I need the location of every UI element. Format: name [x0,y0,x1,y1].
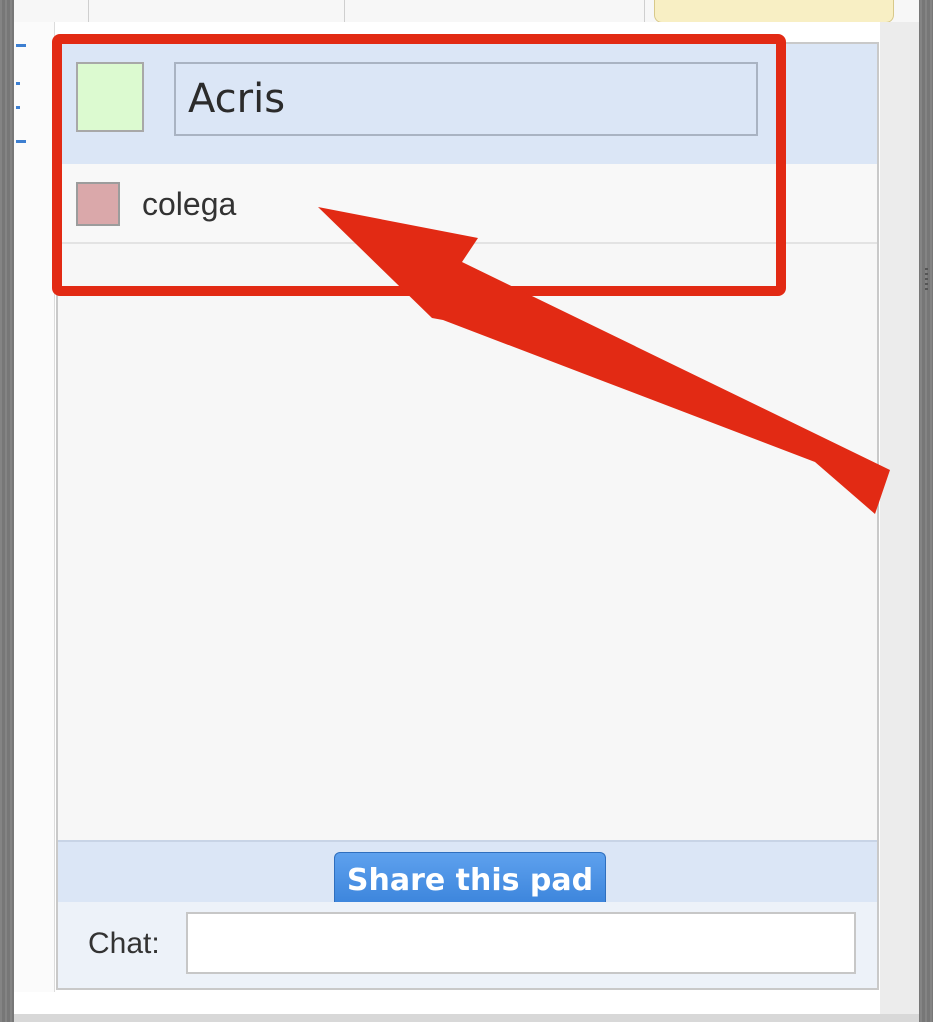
my-user-row: Acris [58,44,877,164]
chat-input[interactable] [186,912,856,974]
user-row-colega: colega [58,164,877,244]
toolbar-cell [344,0,645,22]
editor-line-gutter [14,22,55,992]
gutter-marker [16,82,20,85]
share-bar: Share this pad [58,840,877,904]
chat-label: Chat: [88,927,160,960]
bottom-edge [14,1014,919,1022]
right-gutter [880,22,919,1014]
toolbar-tab[interactable] [654,0,894,23]
gutter-marker [16,106,20,109]
user-name: colega [142,186,237,222]
gutter-marker [16,44,26,47]
toolbar-cell [14,0,89,22]
share-pad-button[interactable]: Share this pad [334,852,606,904]
user-list-panel: Acris colega Share this pad Chat: [56,42,879,990]
my-name-input[interactable]: Acris [174,62,758,136]
my-color-swatch[interactable] [76,62,144,132]
gutter-marker [16,140,26,143]
chat-bar: Chat: [58,902,877,988]
resize-handle-icon[interactable] [925,268,928,290]
top-toolbar-strip [14,0,919,23]
toolbar-cell [88,0,345,22]
user-color-swatch [76,182,120,226]
